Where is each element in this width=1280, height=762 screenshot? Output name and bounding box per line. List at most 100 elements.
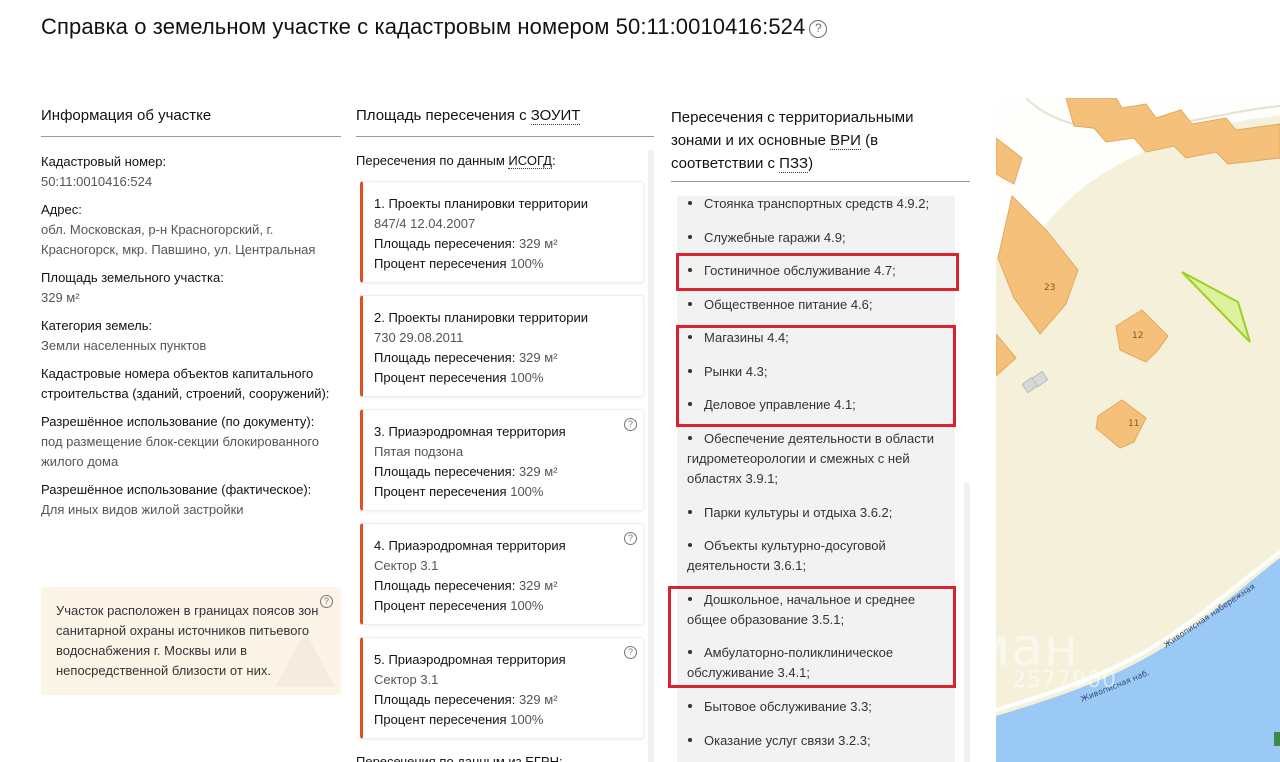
bullet-icon [688,543,692,547]
zone-item-text: Объекты культурно-досуговой деятельности… [687,538,886,573]
field-value: под размещение блок-секции блокированног… [41,434,320,469]
card-area-label: Площадь пересечения: [374,236,516,251]
intersection-card: ? 3. Приаэродромная территория Пятая под… [360,409,644,511]
field-area: Площадь земельного участка: 329 м² [41,268,341,308]
zones-heading-line1: Пересечения с территориальными [671,109,914,126]
map-marker [1274,732,1280,746]
bullet-icon [688,738,692,742]
zouit-abbr[interactable]: ЗОУИТ [530,107,581,125]
card-title: 5. Приаэродромная территория [374,652,566,667]
card-percent: Процент пересечения 100% [374,710,633,730]
pzz-abbr[interactable]: ПЗЗ [779,155,809,173]
question-circle-icon[interactable]: ? [624,646,637,659]
card-area-value: 329 м² [518,578,558,593]
question-circle-icon[interactable]: ? [624,532,637,545]
card-percent-value: 100% [510,370,544,385]
zone-item-text: Общественное питание 4.6; [704,297,873,312]
highlight-box [668,586,956,688]
card-area: Площадь пересечения: 329 м² [374,462,633,482]
card-area-label: Площадь пересечения: [374,692,516,707]
zones-heading-line2-suffix: (в [860,132,879,149]
question-circle-icon[interactable]: ? [624,418,637,431]
building-label: 11 [1128,419,1139,429]
page-title: Справка о земельном участке с кадастровы… [41,14,828,40]
card-area-label: Площадь пересечения: [374,350,516,365]
field-address: Адрес: обл. Московская, р-н Красногорски… [41,200,341,260]
zone-item-text: Парки культуры и отдыха 3.6.2; [704,505,893,520]
intersection-card: ? 4. Приаэродромная территория Сектор 3.… [360,523,644,625]
bullet-icon [688,235,692,239]
card-subtitle: Сектор 3.1 [374,672,439,687]
card-percent-value: 100% [510,712,544,727]
card-subtitle: 730 29.08.2011 [374,330,464,345]
zone-item-text: Стоянка транспортных средств 4.9.2; [704,196,930,211]
card-title: 4. Приаэродромная территория [374,538,566,553]
card-percent-label: Процент пересечения [374,484,507,499]
zones-heading: Пересечения с территориальными зонами и … [671,106,970,182]
zone-item-text: Оказание услуг связи 3.2.3; [704,733,871,748]
field-value: Земли населенных пунктов [41,338,207,353]
zone-item-text: Обеспечение деятельности в области гидро… [687,431,934,486]
intersection-heading: Площадь пересечения с ЗОУИТ [356,106,654,137]
highlight-box [676,325,956,427]
isogd-subheading-suffix: : [551,153,556,168]
field-value: обл. Московская, р-н Красногорский, г. К… [41,222,316,257]
zones-heading-line3: соответствии с ПЗЗ) [671,152,970,175]
egrn-subheading: Пересечения по данным из ЕГРН: [356,754,563,762]
notice-text: Участок расположен в границах поясов зон… [56,603,319,678]
field-value: 50:11:0010416:524 [41,174,153,189]
parcel-map[interactable]: 23 12 11 Живописная наб. Живописная набе… [996,98,1280,762]
field-label: Разрешённое использование (фактическое): [41,482,312,497]
field-capital-objects: Кадастровые номера объектов капитального… [41,364,341,404]
zone-item: Обеспечение деятельности в области гидро… [687,429,947,489]
zones-heading-line2: зонами и их основные ВРИ (в [671,129,970,152]
field-label: Кадастровые номера объектов капитального… [41,366,330,401]
isogd-subheading-prefix: Пересечения по данным [356,153,509,168]
card-area-label: Площадь пересечения: [374,464,516,479]
field-label: Площадь земельного участка: [41,270,224,285]
card-percent-label: Процент пересечения [374,598,507,613]
card-percent-value: 100% [510,484,544,499]
field-label: Кадастровый номер: [41,154,167,169]
parcel-info-heading: Информация об участке [41,106,341,137]
sanitary-zone-notice: ? Участок расположен в границах поясов з… [41,587,341,695]
card-title: 3. Приаэродромная территория [374,424,566,439]
zones-heading-line3-prefix: соответствии с [671,155,780,172]
vri-abbr[interactable]: ВРИ [830,132,861,150]
isogd-subheading: Пересечения по данным ИСОГД: [356,153,654,169]
zone-item: Оказание услуг связи 3.2.3; [687,731,947,751]
zone-item: Бытовое обслуживание 3.3; [687,697,947,717]
question-circle-icon[interactable]: ? [809,20,828,38]
card-title: 1. Проекты планировки территории [374,196,589,211]
card-area: Площадь пересечения: 329 м² [374,234,633,254]
card-area-label: Площадь пересечения: [374,578,516,593]
card-subtitle: Пятая подзона [374,444,464,459]
building-label: 12 [1132,331,1143,341]
card-subtitle: Сектор 3.1 [374,558,439,573]
card-area-value: 329 м² [518,236,558,251]
card-percent-label: Процент пересечения [374,256,507,271]
bullet-icon [688,704,692,708]
card-percent: Процент пересечения 100% [374,368,633,388]
card-area: Площадь пересечения: 329 м² [374,690,633,710]
zone-item: Служебные гаражи 4.9; [687,228,947,248]
page-title-text: Справка о земельном участке с кадастровы… [41,14,806,39]
intersection-card: 1. Проекты планировки территории 847/4 1… [360,181,644,283]
intersection-card: 2. Проекты планировки территории 730 29.… [360,295,644,397]
card-area: Площадь пересечения: 329 м² [374,348,633,368]
bullet-icon [688,510,692,514]
field-value: 329 м² [41,290,80,305]
card-area-value: 329 м² [518,350,558,365]
card-percent: Процент пересечения 100% [374,482,633,502]
parcel-info-column: Информация об участке Кадастровый номер:… [41,106,341,528]
card-percent-value: 100% [510,598,544,613]
bullet-icon [688,302,692,306]
field-value: Для иных видов жилой застройки [41,502,244,517]
zones-scrollbar[interactable] [964,483,970,762]
intersection-scrollbar[interactable] [648,150,654,762]
zone-item-text: Служебные гаражи 4.9; [704,230,846,245]
card-area: Площадь пересечения: 329 м² [374,576,633,596]
zones-heading-line3-suffix: ) [808,155,814,172]
isogd-abbr[interactable]: ИСОГД [508,153,552,169]
zones-heading-line2-prefix: зонами и их основные [671,132,831,149]
